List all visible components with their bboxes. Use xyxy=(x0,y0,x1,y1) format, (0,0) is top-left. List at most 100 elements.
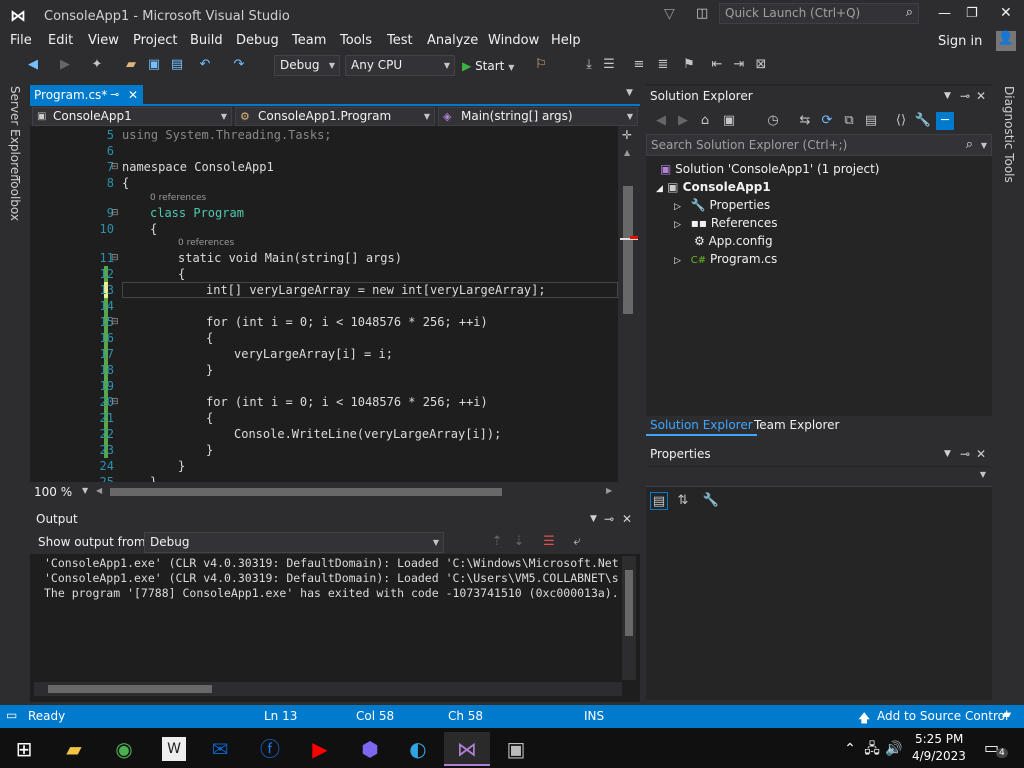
server-explorer-tab[interactable]: Server Explorer xyxy=(8,86,22,179)
scroll-up-icon[interactable]: ▲ xyxy=(624,148,630,157)
visual-studio-taskbar-icon[interactable]: ⋈ xyxy=(444,732,490,766)
solution-configuration-select[interactable]: Debug ▼ xyxy=(274,55,340,76)
find-message-icon[interactable]: ⇡ xyxy=(488,533,506,551)
solution-tree-icon[interactable]: ☰ xyxy=(600,56,618,74)
next-bookmark-icon[interactable]: ⇥ xyxy=(730,56,748,74)
close-window-button[interactable]: ✕ xyxy=(1000,5,1012,21)
alphabetical-icon[interactable]: ⇅ xyxy=(674,492,692,510)
feedback-icon[interactable]: ◫ xyxy=(696,6,708,21)
open-folder-icon[interactable]: ▰ xyxy=(122,56,140,74)
output-horizontal-scrollbar[interactable] xyxy=(34,682,622,696)
close-pane-icon[interactable]: ✕ xyxy=(976,444,986,464)
menu-debug[interactable]: Debug xyxy=(236,33,279,48)
tree-item-solution[interactable]: ▣ Solution 'ConsoleApp1' (1 project) xyxy=(660,162,879,176)
split-editor-icon[interactable]: ✛ xyxy=(622,128,632,142)
collapse-icon[interactable]: ⊟ xyxy=(111,317,119,327)
menu-help[interactable]: Help xyxy=(551,33,581,48)
close-tab-icon[interactable]: ✕ xyxy=(128,85,138,105)
close-pane-icon[interactable]: ✕ xyxy=(622,508,632,530)
clear-bookmarks-icon[interactable]: ⊠ xyxy=(752,56,770,74)
tree-item-project[interactable]: ◢ ▣ ConsoleApp1 xyxy=(656,180,771,194)
preview-selected-icon[interactable]: ─ xyxy=(936,112,954,130)
tree-item-app-config[interactable]: ⚙ App.config xyxy=(694,234,773,248)
clear-all-icon[interactable]: ☰ xyxy=(540,533,558,551)
menu-edit[interactable]: Edit xyxy=(48,33,73,48)
project-nav-select[interactable]: ▣ ConsoleApp1 ▼ xyxy=(32,107,232,126)
prev-bookmark-icon[interactable]: ⇤ xyxy=(708,56,726,74)
output-vertical-scrollbar[interactable] xyxy=(622,556,636,680)
undo-icon[interactable]: ↶ xyxy=(196,56,214,74)
menu-window[interactable]: Window xyxy=(488,33,539,48)
menu-build[interactable]: Build xyxy=(190,33,223,48)
collapse-icon[interactable]: ⊟ xyxy=(111,208,119,218)
minimize-button[interactable]: — xyxy=(938,6,951,21)
pin-icon[interactable]: ⊸ xyxy=(604,508,614,530)
tree-item-properties[interactable]: ▷ 🔧 Properties xyxy=(674,198,770,212)
sync-icon[interactable]: ⇆ xyxy=(796,112,814,130)
member-nav-select[interactable]: ◈ Main(string[] args) ▼ xyxy=(438,107,638,126)
menu-team[interactable]: Team xyxy=(292,33,326,48)
new-project-icon[interactable]: ✦ xyxy=(88,56,106,74)
navigate-forward-icon[interactable]: ▶ xyxy=(56,56,74,74)
tree-item-program-cs[interactable]: ▷ C# Program.cs xyxy=(674,252,777,266)
menu-view[interactable]: View xyxy=(88,33,119,48)
show-all-files-icon[interactable]: ▤ xyxy=(862,112,880,130)
remote-desktop-icon[interactable]: ▣ xyxy=(496,732,536,766)
forward-icon[interactable]: ▶ xyxy=(674,112,692,130)
pin-icon[interactable]: ⊸ xyxy=(960,86,970,106)
tab-team-explorer[interactable]: Team Explorer xyxy=(750,416,844,436)
collapse-icon[interactable]: ⊟ xyxy=(111,397,119,407)
pin-icon[interactable]: ⊸ xyxy=(110,85,119,105)
menu-project[interactable]: Project xyxy=(133,33,177,48)
next-message-icon[interactable]: ⇣ xyxy=(510,533,528,551)
notifications-icon[interactable]: ▰ xyxy=(1002,707,1011,721)
start-debugging-button[interactable]: ▶ Start ▼ xyxy=(462,57,514,75)
pending-changes-icon[interactable]: ◷ xyxy=(764,112,782,130)
property-pages-icon[interactable]: 🔧 xyxy=(702,492,720,510)
step-into-icon[interactable]: ⤓ xyxy=(580,56,598,74)
word-wrap-icon[interactable]: ⤶ xyxy=(568,533,586,551)
tab-solution-explorer[interactable]: Solution Explorer xyxy=(646,416,757,436)
wikipedia-icon[interactable]: W xyxy=(162,737,186,761)
tab-program-cs[interactable]: Program.cs* ⊸ ✕ xyxy=(30,85,143,106)
collapse-icon[interactable]: ⊟ xyxy=(111,253,119,263)
chevron-down-icon[interactable]: ▼ xyxy=(590,508,597,530)
chrome-icon[interactable]: ◉ xyxy=(104,732,144,766)
properties-wrench-icon[interactable]: 🔧 xyxy=(914,112,932,130)
tab-overflow-icon[interactable]: ▼ xyxy=(626,88,633,98)
close-pane-icon[interactable]: ✕ xyxy=(976,86,986,106)
file-explorer-icon[interactable]: ▰ xyxy=(54,732,94,766)
refresh-icon[interactable]: ⟳ xyxy=(818,112,836,130)
home-icon[interactable]: ⌂ xyxy=(696,112,714,130)
switch-views-icon[interactable]: ▣ xyxy=(720,112,738,130)
clock-date[interactable]: 4/9/2023 xyxy=(912,749,966,763)
code-editor[interactable]: 5 using System.Threading.Tasks; 6 7 name… xyxy=(30,126,618,482)
collapse-icon[interactable]: ⊟ xyxy=(111,162,119,172)
volume-icon[interactable]: 🔊 xyxy=(874,732,914,766)
menu-analyze[interactable]: Analyze xyxy=(427,33,478,48)
scrollbar-thumb[interactable] xyxy=(625,570,633,636)
copilot-icon[interactable]: ⬢ xyxy=(350,732,390,766)
browse-icon[interactable]: ⚐ xyxy=(532,56,550,74)
pin-icon[interactable]: ⊸ xyxy=(960,444,970,464)
solution-search-input[interactable]: Search Solution Explorer (Ctrl+;) ⌕ ▼ xyxy=(646,134,992,156)
properties-object-select[interactable]: ▼ xyxy=(646,467,992,487)
codelens-references[interactable]: 0 references xyxy=(150,193,206,203)
view-code-icon[interactable]: ⟨⟩ xyxy=(892,112,910,130)
menu-test[interactable]: Test xyxy=(387,33,413,48)
collapse-all-icon[interactable]: ⧉ xyxy=(840,112,858,130)
tree-item-references[interactable]: ▷ ▪▪ References xyxy=(674,216,778,230)
scroll-left-icon[interactable]: ◀ xyxy=(96,486,102,495)
scrollbar-thumb[interactable] xyxy=(48,685,212,693)
maximize-button[interactable]: ❐ xyxy=(966,6,978,21)
save-icon[interactable]: ▣ xyxy=(145,56,163,74)
sign-in-link[interactable]: Sign in xyxy=(938,34,982,49)
zoom-level-select[interactable]: 100 % xyxy=(34,485,72,499)
account-icon[interactable]: 👤 xyxy=(996,31,1016,51)
diagnostic-tools-tab[interactable]: Diagnostic Tools xyxy=(1002,86,1016,183)
youtube-icon[interactable]: ▶ xyxy=(300,732,340,766)
categorized-icon[interactable]: ▤ xyxy=(650,492,668,510)
scroll-right-icon[interactable]: ▶ xyxy=(606,486,612,495)
edge-icon[interactable]: ◐ xyxy=(398,732,438,766)
filter-icon[interactable]: ▽ xyxy=(664,6,675,22)
